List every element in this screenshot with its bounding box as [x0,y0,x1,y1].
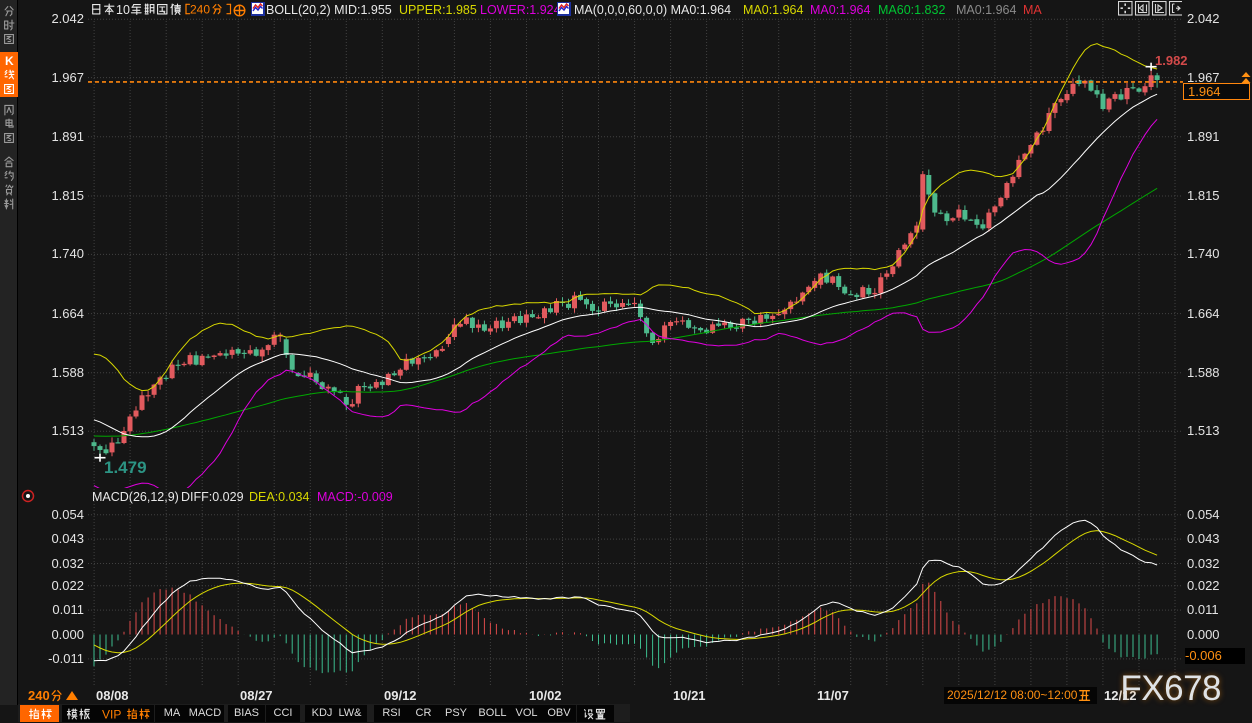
svg-text:VIP: VIP [102,708,121,721]
svg-text:240: 240 [190,3,210,16]
svg-text:240: 240 [28,689,50,703]
svg-text:10: 10 [116,3,130,17]
